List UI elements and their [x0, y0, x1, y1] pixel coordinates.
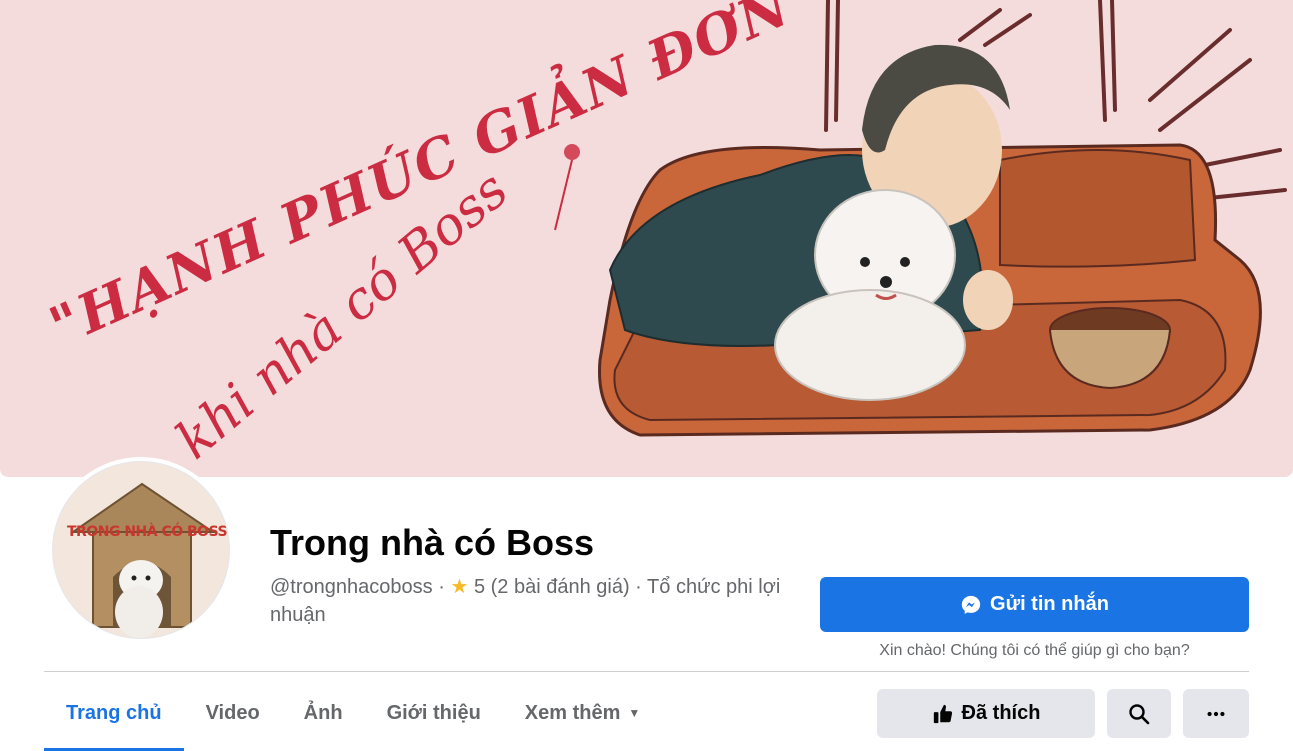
- liked-button[interactable]: Đã thích: [877, 689, 1095, 738]
- tab-home[interactable]: Trang chủ: [44, 680, 184, 751]
- cover-photo[interactable]: "HẠNH PHÚC GIẢN ĐƠN khi nhà có Boss: [0, 0, 1293, 477]
- tab-video-label: Video: [205, 701, 260, 724]
- star-icon: ★: [450, 576, 469, 598]
- search-button[interactable]: [1107, 689, 1171, 738]
- tab-about[interactable]: Giới thiệu: [365, 680, 503, 746]
- page-handle[interactable]: @trongnhacoboss: [270, 576, 433, 598]
- tab-photos-label: Ảnh: [303, 701, 343, 724]
- page-rating[interactable]: 5 (2 bài đánh giá): [474, 576, 630, 598]
- tab-more[interactable]: Xem thêm ▼: [503, 680, 662, 746]
- send-message-label: Gửi tin nhắn: [990, 593, 1109, 615]
- header-divider: [44, 671, 1249, 672]
- send-message-button[interactable]: Gửi tin nhắn: [820, 577, 1249, 632]
- more-dots-icon: [1207, 711, 1225, 716]
- avatar-image: TRONG NHÀ CÓ BOSS: [52, 461, 230, 639]
- page-meta: @trongnhacoboss · ★ 5 (2 bài đánh giá) ·…: [270, 573, 800, 629]
- page-tabs: Trang chủ Video Ảnh Giới thiệu Xem thêm ▼: [44, 680, 662, 751]
- page-avatar[interactable]: TRONG NHÀ CÓ BOSS: [48, 457, 234, 643]
- page-title: Trong nhà có Boss: [270, 522, 595, 563]
- messenger-icon: [961, 595, 981, 614]
- tab-photos[interactable]: Ảnh: [282, 680, 365, 746]
- search-icon: [1129, 703, 1150, 724]
- thumbs-up-icon: [933, 704, 952, 723]
- more-options-button[interactable]: [1183, 689, 1249, 738]
- message-hint: Xin chào! Chúng tôi có thể giúp gì cho b…: [879, 642, 1190, 659]
- tab-video[interactable]: Video: [184, 680, 282, 746]
- avatar-logo-text: TRONG NHÀ CÓ BOSS: [67, 524, 228, 540]
- caret-down-icon: ▼: [628, 706, 641, 720]
- tab-home-label: Trang chủ: [66, 701, 162, 724]
- doghouse-logo: [69, 482, 217, 638]
- tab-about-label: Giới thiệu: [386, 701, 481, 724]
- tab-more-label: Xem thêm: [524, 701, 621, 724]
- meta-separator: ·: [635, 576, 642, 598]
- meta-separator: ·: [438, 576, 445, 598]
- liked-label: Đã thích: [961, 702, 1041, 724]
